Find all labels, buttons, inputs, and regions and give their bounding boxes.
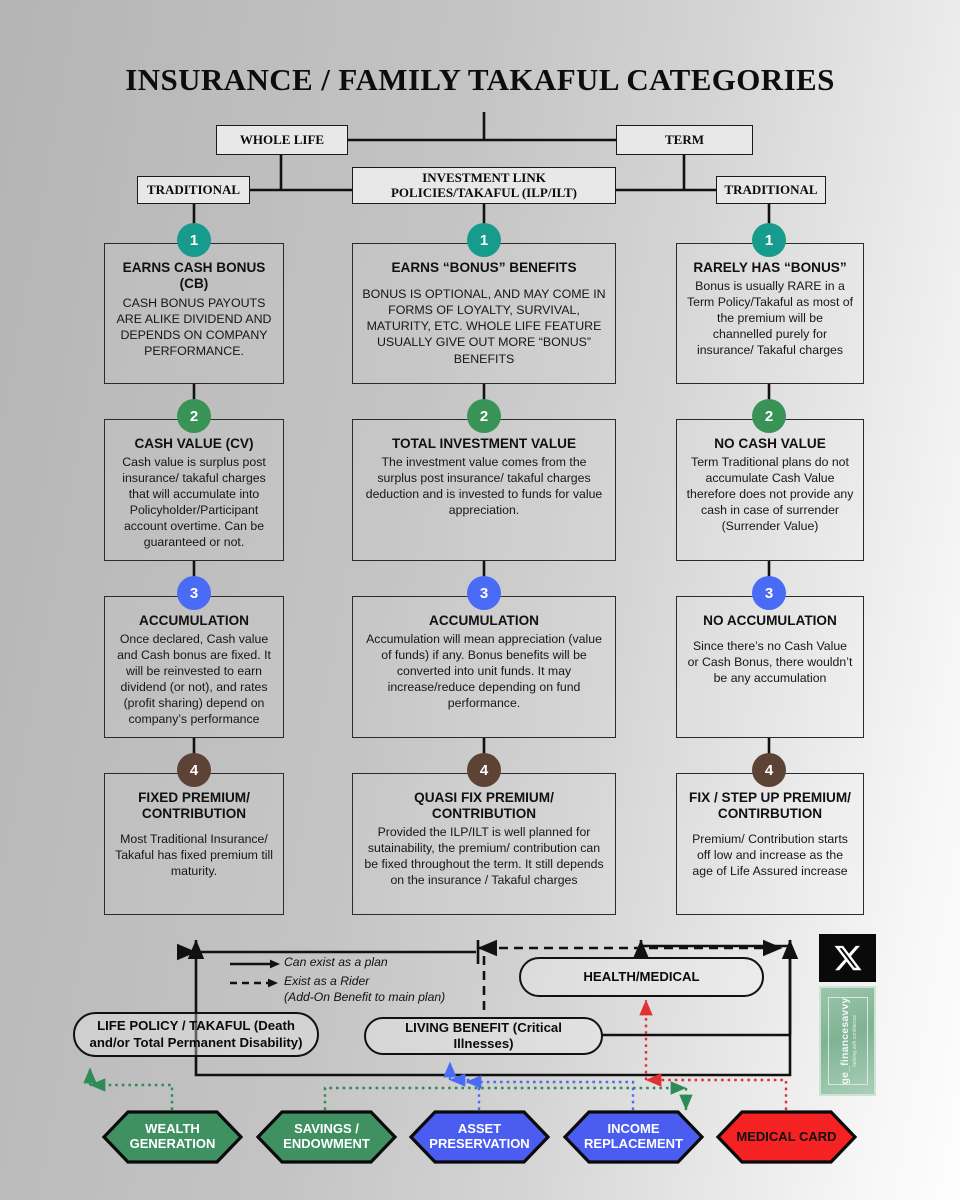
step-badge-2-col1: 2 — [177, 399, 211, 433]
node-whole-life[interactable]: WHOLE LIFE — [216, 125, 348, 155]
x-logo-icon — [819, 934, 876, 982]
card-earns-bonus-benefits[interactable]: EARNS “BONUS” BENEFITS BONUS IS OPTIONAL… — [352, 243, 616, 384]
card-fix-step-up-premium[interactable]: FIX / STEP UP PREMIUM/ CONTIRBUTION Prem… — [676, 773, 864, 915]
legend-dashed-arrow-icon — [228, 976, 284, 991]
card-heading: CASH VALUE (CV) — [134, 436, 254, 451]
card-body: Bonus is usually RARE in a Term Policy/T… — [686, 279, 854, 357]
step-badge-3-col3: 3 — [752, 576, 786, 610]
card-body: Once declared, Cash value and Cash bonus… — [117, 632, 271, 726]
card-heading: FIX / STEP UP PREMIUM/ CONTIRBUTION — [689, 790, 851, 822]
watermark-handle: ge_financesavvy — [838, 997, 850, 1085]
card-heading: FIXED PREMIUM/ CONTRIBUTION — [138, 790, 250, 822]
legend-solid-label: Can exist as a plan — [284, 955, 388, 969]
legend: Can exist as a plan Exist as a Rider (Ad… — [228, 955, 478, 1008]
step-badge-4-col2: 4 — [467, 753, 501, 787]
card-body: Cash value is surplus post insurance/ ta… — [122, 455, 266, 549]
legend-solid-arrow-icon — [228, 957, 284, 972]
step-badge-1-col2: 1 — [467, 223, 501, 257]
card-cash-value[interactable]: CASH VALUE (CV) Cash value is surplus po… — [104, 419, 284, 561]
watermark-tagline: helping with confidence — [851, 1015, 857, 1067]
card-heading: EARNS “BONUS” BENEFITS — [391, 260, 577, 275]
hexagon-label: INCOME REPLACEMENT — [584, 1121, 683, 1151]
card-quasi-fix-premium[interactable]: QUASI FIX PREMIUM/ CONTRIBUTION Provided… — [352, 773, 616, 915]
hexagon-savings-endowment[interactable]: SAVINGS / ENDOWMENT — [255, 1110, 398, 1164]
card-heading: RARELY HAS “BONUS” — [693, 260, 847, 275]
step-badge-3-col2: 3 — [467, 576, 501, 610]
card-heading: EARNS CASH BONUS (CB) — [122, 260, 266, 292]
hexagon-medical-card[interactable]: MEDICAL CARD — [715, 1110, 858, 1164]
step-badge-3-col1: 3 — [177, 576, 211, 610]
pill-life-policy-takaful[interactable]: LIFE POLICY / TAKAFUL (Death and/or Tota… — [73, 1012, 319, 1057]
page-title: INSURANCE / FAMILY TAKAFUL CATEGORIES — [125, 62, 835, 97]
hexagon-asset-preservation[interactable]: ASSET PRESERVATION — [408, 1110, 551, 1164]
card-heading: NO CASH VALUE — [714, 436, 826, 451]
card-body: Premium/ Contribution starts off low and… — [692, 832, 848, 879]
node-traditional-left[interactable]: TRADITIONAL — [137, 176, 250, 204]
pill-health-medical[interactable]: HEALTH/MEDICAL — [519, 957, 764, 997]
node-traditional-right[interactable]: TRADITIONAL — [716, 176, 826, 204]
card-body: Provided the ILP/ILT is well planned for… — [364, 825, 604, 888]
card-body: Accumulation will mean appreciation (val… — [366, 632, 602, 710]
step-badge-4-col1: 4 — [177, 753, 211, 787]
card-accumulation-traditional[interactable]: ACCUMULATION Once declared, Cash value a… — [104, 596, 284, 738]
step-badge-1-col1: 1 — [177, 223, 211, 257]
card-accumulation-ilp[interactable]: ACCUMULATION Accumulation will mean appr… — [352, 596, 616, 738]
legend-dashed-label-1: Exist as a Rider — [284, 974, 370, 988]
card-body: The investment value comes from the surp… — [365, 455, 603, 517]
card-heading: ACCUMULATION — [139, 613, 249, 628]
hexagon-income-replacement[interactable]: INCOME REPLACEMENT — [562, 1110, 705, 1164]
card-heading: QUASI FIX PREMIUM/ CONTRIBUTION — [414, 790, 554, 822]
hexagon-label: MEDICAL CARD — [736, 1128, 837, 1144]
card-body: Since there’s no Cash Value or Cash Bonu… — [687, 639, 853, 685]
hexagon-label: ASSET PRESERVATION — [429, 1121, 530, 1151]
hexagon-label: SAVINGS / ENDOWMENT — [283, 1121, 370, 1151]
step-badge-1-col3: 1 — [752, 223, 786, 257]
step-badge-4-col3: 4 — [752, 753, 786, 787]
card-no-cash-value[interactable]: NO CASH VALUE Term Traditional plans do … — [676, 419, 864, 561]
card-body: Term Traditional plans do not accumulate… — [686, 455, 854, 533]
node-term[interactable]: TERM — [616, 125, 753, 155]
card-rarely-has-bonus[interactable]: RARELY HAS “BONUS” Bonus is usually RARE… — [676, 243, 864, 384]
card-heading: TOTAL INVESTMENT VALUE — [391, 436, 577, 451]
hexagon-wealth-generation[interactable]: WEALTH GENERATION — [101, 1110, 244, 1164]
step-badge-2-col2: 2 — [467, 399, 501, 433]
hexagon-label: WEALTH GENERATION — [129, 1121, 216, 1151]
card-body: Most Traditional Insurance/ Takaful has … — [115, 832, 273, 879]
node-investment-link-policies[interactable]: INVESTMENT LINK POLICIES/TAKAFUL (ILP/IL… — [352, 167, 616, 204]
watermark-handle-card: ge_financesavvy helping with confidence — [819, 986, 876, 1096]
card-heading: ACCUMULATION — [429, 613, 539, 628]
card-body: BONUS IS OPTIONAL, AND MAY COME IN FORMS… — [362, 287, 606, 366]
card-heading: NO ACCUMULATION — [703, 613, 837, 628]
card-no-accumulation[interactable]: NO ACCUMULATION Since there’s no Cash Va… — [676, 596, 864, 738]
card-fixed-premium[interactable]: FIXED PREMIUM/ CONTRIBUTION Most Traditi… — [104, 773, 284, 915]
card-total-investment-value[interactable]: TOTAL INVESTMENT VALUE The investment va… — [352, 419, 616, 561]
card-earns-cash-bonus[interactable]: EARNS CASH BONUS (CB) CASH BONUS PAYOUTS… — [104, 243, 284, 384]
card-body: CASH BONUS PAYOUTS ARE ALIKE DIVIDEND AN… — [116, 296, 272, 359]
pill-living-benefit[interactable]: LIVING BENEFIT (Critical Illnesses) — [364, 1017, 603, 1055]
step-badge-2-col3: 2 — [752, 399, 786, 433]
legend-dashed-label-2: (Add-On Benefit to main plan) — [284, 989, 446, 1004]
